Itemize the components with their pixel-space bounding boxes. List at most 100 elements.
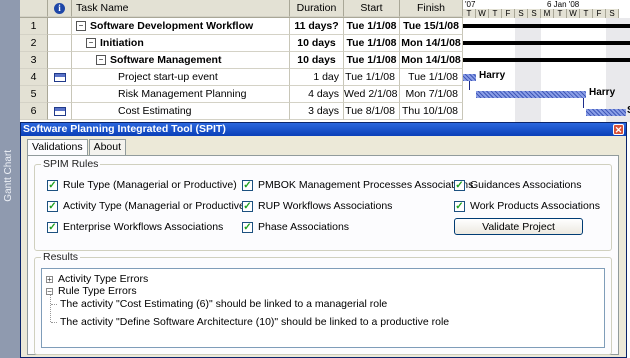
work-products-checkbox[interactable]: ✓ Work Products Associations <box>454 200 600 212</box>
guidances-associations-checkbox[interactable]: ✓ Guidances Associations <box>454 179 581 191</box>
task-bar[interactable] <box>463 74 476 81</box>
finish-header[interactable]: Finish <box>400 0 463 17</box>
duration-cell[interactable]: 3 days <box>290 103 344 120</box>
expand-icon[interactable]: + <box>46 275 53 283</box>
duration-cell[interactable]: 4 days <box>290 86 344 103</box>
finish-cell[interactable]: Mon 14/1/08 <box>400 52 463 69</box>
start-cell[interactable]: Tue 1/1/08 <box>344 69 400 86</box>
project-task-sheet: i Task Name Duration Start Finish 1 − Sof… <box>20 0 630 122</box>
enterprise-workflows-checkbox[interactable]: ✓ Enterprise Workflows Associations <box>47 221 223 233</box>
collapse-icon[interactable]: − <box>76 21 86 32</box>
table-row[interactable]: 2 − Initiation 10 days Tue 1/1/08 Mon 14/… <box>20 35 463 52</box>
start-cell[interactable]: Tue 8/1/08 <box>344 103 400 120</box>
rup-workflows-checkbox[interactable]: ✓ RUP Workflows Associations <box>242 200 392 212</box>
table-row[interactable]: 6 Cost Estimating 3 days Tue 8/1/08 Thu … <box>20 103 463 120</box>
close-icon: ✕ <box>614 125 623 135</box>
checkbox-label: PMBOK Management Processes Associations <box>258 179 474 191</box>
checkbox-checked-icon: ✓ <box>47 179 58 191</box>
timescale-day: S <box>515 9 528 18</box>
timescale-day: W <box>567 9 580 18</box>
tab-about[interactable]: About <box>88 139 127 155</box>
resource-label: Harry <box>479 70 506 81</box>
checkbox-label: Work Products Associations <box>470 200 600 212</box>
activity-type-checkbox[interactable]: ✓ Activity Type (Managerial or Productive… <box>47 200 248 212</box>
checkbox-label: Phase Associations <box>258 221 350 233</box>
spit-dialog: Software Planning Integrated Tool (SPIT)… <box>20 122 627 358</box>
tree-node-rule-type-errors[interactable]: − Rule Type Errors <box>46 285 137 297</box>
table-row[interactable]: 4 Project start-up event 1 day Tue 1/1/0… <box>20 69 463 86</box>
validate-project-button[interactable]: Validate Project <box>454 218 583 235</box>
task-name: Software Development Workflow <box>90 20 254 32</box>
checkbox-checked-icon: ✓ <box>47 200 58 212</box>
dependency-line <box>469 81 470 90</box>
timescale-day: T <box>554 9 567 18</box>
row-id: 3 <box>20 52 48 69</box>
task-name-header[interactable]: Task Name <box>72 0 290 17</box>
checkbox-checked-icon: ✓ <box>242 200 253 212</box>
table-row[interactable]: 5 Risk Management Planning 4 days Wed 2/… <box>20 86 463 103</box>
timescale-week-label: 6 Jan '08 <box>547 0 580 9</box>
collapse-icon[interactable]: − <box>96 55 106 66</box>
duration-cell[interactable]: 1 day <box>290 69 344 86</box>
checkbox-label: Activity Type (Managerial or Productive) <box>63 200 249 212</box>
timescale-day: T <box>463 9 476 18</box>
task-name-cell[interactable]: Project start-up event <box>72 69 290 86</box>
row-id: 4 <box>20 69 48 86</box>
finish-cell[interactable]: Thu 10/1/08 <box>400 103 463 120</box>
indicators-header[interactable]: i <box>48 0 72 17</box>
finish-cell[interactable]: Mon 14/1/08 <box>400 35 463 52</box>
gantt-chart-view-label: Gantt Chart <box>3 150 14 202</box>
duration-cell[interactable]: 10 days <box>290 35 344 52</box>
tree-leaf-error[interactable]: The activity "Cost Estimating (6)" shoul… <box>60 298 387 310</box>
results-tree[interactable]: + Activity Type Errors − Rule Type Errors … <box>41 268 605 348</box>
dialog-title: Software Planning Integrated Tool (SPIT) <box>23 123 226 135</box>
timescale-day: M <box>541 9 554 18</box>
close-button[interactable]: ✕ <box>613 124 624 135</box>
table-row[interactable]: 1 − Software Development Workflow 11 days… <box>20 18 463 35</box>
summary-bar[interactable] <box>463 58 630 62</box>
task-bar[interactable] <box>586 109 626 116</box>
tree-leaf-error[interactable]: The activity "Define Software Architectu… <box>60 316 449 328</box>
validations-panel: SPIM Rules ✓ Rule Type (Managerial or Pro… <box>27 155 619 355</box>
summary-bar[interactable] <box>463 24 630 28</box>
finish-cell[interactable]: Mon 7/1/08 <box>400 86 463 103</box>
gantt-chart-view-bar[interactable]: Gantt Chart <box>0 0 21 358</box>
finish-cell[interactable]: Tue 15/1/08 <box>400 18 463 35</box>
collapse-icon[interactable]: − <box>86 38 96 49</box>
task-bar[interactable] <box>476 91 586 98</box>
tab-validations[interactable]: Validations <box>27 139 88 156</box>
start-cell[interactable]: Tue 1/1/08 <box>344 52 400 69</box>
start-header[interactable]: Start <box>344 0 400 17</box>
pmbok-associations-checkbox[interactable]: ✓ PMBOK Management Processes Associations <box>242 179 473 191</box>
indicator-cell[interactable] <box>48 69 72 86</box>
duration-cell[interactable]: 11 days? <box>290 18 344 35</box>
duration-header[interactable]: Duration <box>290 0 344 17</box>
info-icon: i <box>54 3 65 14</box>
summary-bar[interactable] <box>463 41 630 45</box>
start-cell[interactable]: Tue 1/1/08 <box>344 35 400 52</box>
timescale-days: T W T F S S M T W T F S <box>463 9 619 18</box>
indicator-cell <box>48 86 72 103</box>
tree-node-activity-type-errors[interactable]: + Activity Type Errors <box>46 273 148 285</box>
start-cell[interactable]: Tue 1/1/08 <box>344 18 400 35</box>
finish-cell[interactable]: Tue 1/1/08 <box>400 69 463 86</box>
table-row[interactable]: 3 − Software Management 10 days Tue 1/1/0… <box>20 52 463 69</box>
tree-node-label: Rule Type Errors <box>58 285 137 297</box>
indicator-cell[interactable] <box>48 103 72 120</box>
task-name-cell[interactable]: Cost Estimating <box>72 103 290 120</box>
rule-type-checkbox[interactable]: ✓ Rule Type (Managerial or Productive) <box>47 179 237 191</box>
indicator-cell <box>48 18 72 35</box>
collapse-icon[interactable]: − <box>46 287 53 295</box>
task-name-cell[interactable]: − Initiation <box>72 35 290 52</box>
duration-cell[interactable]: 10 days <box>290 52 344 69</box>
phase-associations-checkbox[interactable]: ✓ Phase Associations <box>242 221 349 233</box>
start-cell[interactable]: Wed 2/1/08 <box>344 86 400 103</box>
dialog-titlebar[interactable]: Software Planning Integrated Tool (SPIT)… <box>21 123 626 136</box>
task-name-cell[interactable]: − Software Development Workflow <box>72 18 290 35</box>
task-name-cell[interactable]: − Software Management <box>72 52 290 69</box>
task-name-cell[interactable]: Risk Management Planning <box>72 86 290 103</box>
checkbox-checked-icon: ✓ <box>47 221 58 233</box>
indicator-cell <box>48 35 72 52</box>
tree-leaf-label: The activity "Cost Estimating (6)" shoul… <box>60 298 388 310</box>
gantt-chart-area[interactable]: '07 6 Jan '08 T W T F S S M T W T F S Ha… <box>463 0 630 122</box>
